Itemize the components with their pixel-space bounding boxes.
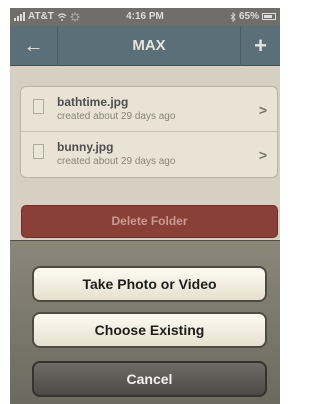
bluetooth-icon <box>230 11 236 22</box>
battery-percent: 65% <box>238 11 259 22</box>
plus-icon: + <box>254 33 267 58</box>
chevron-right-icon: > <box>258 147 267 163</box>
delete-folder-button[interactable]: Delete Folder <box>21 205 278 238</box>
status-bar: AT&T 4:16 PM 65% <box>10 8 280 26</box>
file-list: bathtime.jpg created about 29 days ago >… <box>20 86 278 178</box>
take-photo-button[interactable]: Take Photo or Video <box>32 266 267 302</box>
status-right: 65% <box>230 11 276 22</box>
back-arrow-icon: ← <box>23 34 44 57</box>
file-created: created about 29 days ago <box>57 156 176 167</box>
phone-screen: AT&T 4:16 PM 65% ← MAX + bathtime.jpg cr… <box>10 8 280 404</box>
file-name: bathtime.jpg <box>57 95 129 109</box>
list-item[interactable]: bunny.jpg created about 29 days ago > <box>21 132 277 177</box>
choose-existing-button[interactable]: Choose Existing <box>32 312 267 348</box>
screenshot-frame: AT&T 4:16 PM 65% ← MAX + bathtime.jpg cr… <box>0 0 280 404</box>
list-item[interactable]: bathtime.jpg created about 29 days ago > <box>21 87 277 132</box>
back-button[interactable]: ← <box>10 26 58 66</box>
file-name: bunny.jpg <box>57 140 114 154</box>
battery-icon <box>262 13 276 20</box>
cancel-button[interactable]: Cancel <box>32 361 267 397</box>
page-title: MAX <box>132 37 166 54</box>
chevron-right-icon: > <box>258 102 267 118</box>
file-icon <box>33 144 44 159</box>
nav-bar: ← MAX + <box>10 26 280 66</box>
action-sheet: Take Photo or Video Choose Existing Canc… <box>10 240 280 404</box>
file-icon <box>33 99 44 114</box>
add-button[interactable]: + <box>240 26 280 66</box>
file-created: created about 29 days ago <box>57 111 176 122</box>
